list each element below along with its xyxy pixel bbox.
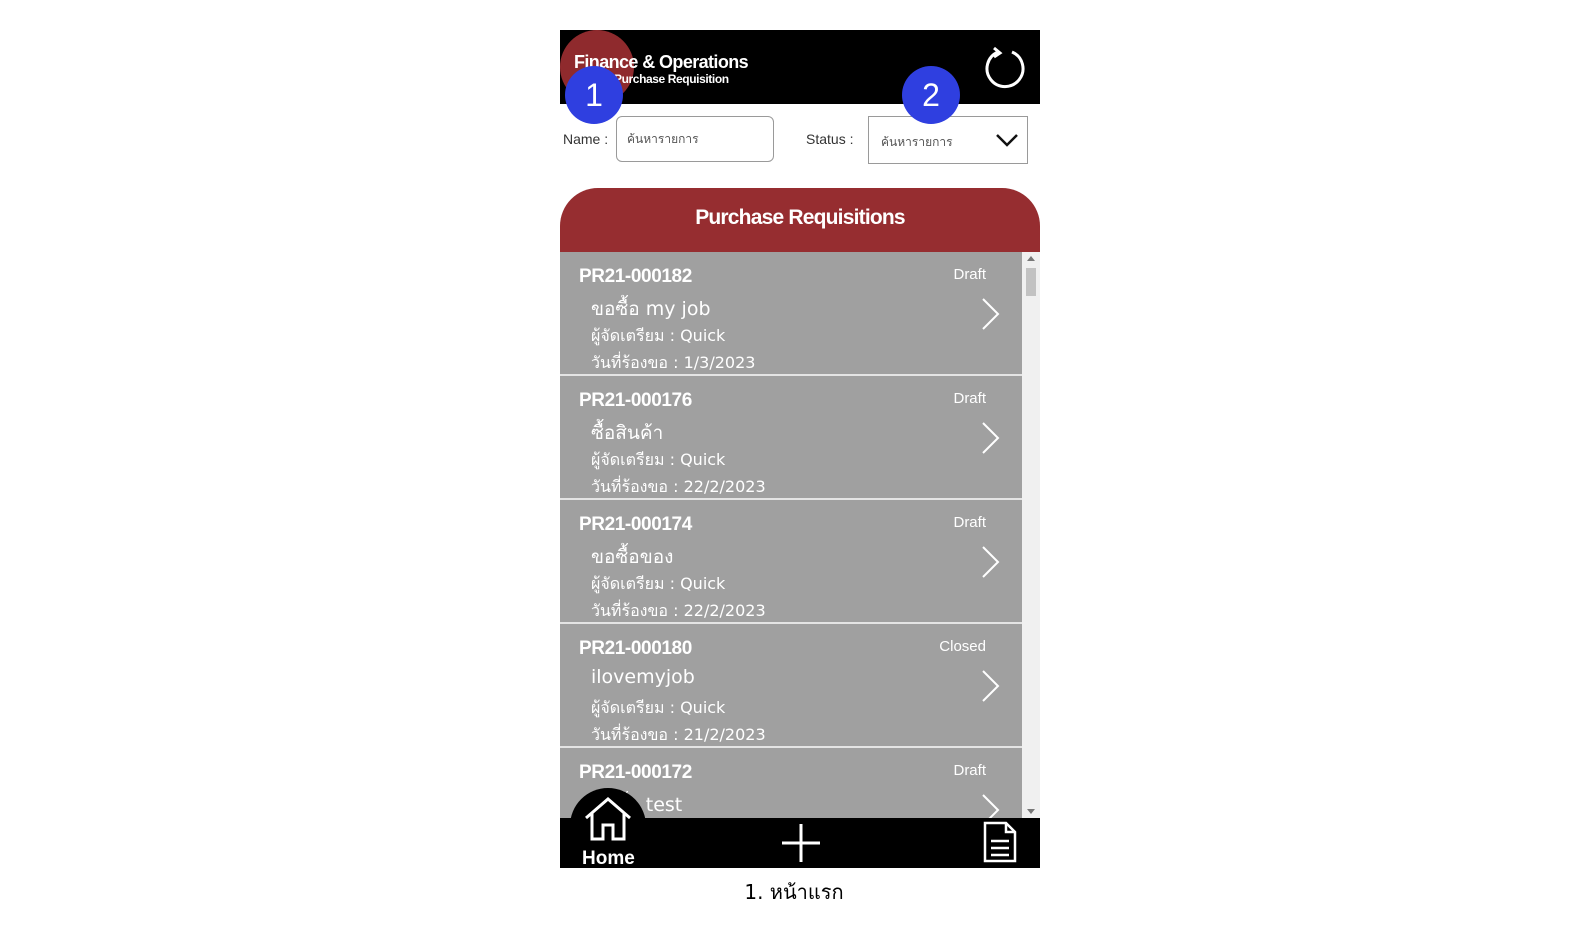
scroll-down-arrow-icon[interactable] <box>1027 809 1035 814</box>
pr-description: ilovemyjob <box>591 666 695 688</box>
name-label: Name : <box>563 131 609 147</box>
document-icon[interactable] <box>982 820 1018 864</box>
app-screen: Finance & Operations Purchase Requisitio… <box>560 30 1040 886</box>
list-item[interactable]: PR21-000176 Draft ซื้อสินค้า ผู้จัดเตรีย… <box>560 376 1022 500</box>
pr-preparer: ผู้จัดเตรียม : Quick <box>591 326 726 345</box>
chevron-right-icon[interactable] <box>980 668 1002 704</box>
chevron-right-icon[interactable] <box>980 296 1002 332</box>
scroll-up-arrow-icon[interactable] <box>1027 256 1035 261</box>
pr-request-date: วันที่ร้องขอ : 22/2/2023 <box>591 477 766 496</box>
pr-number: PR21-000174 <box>579 514 692 535</box>
chevron-right-icon[interactable] <box>980 792 1002 818</box>
pr-status: Draft <box>953 514 986 531</box>
pr-request-date: วันที่ร้องขอ : 22/2/2023 <box>591 601 766 620</box>
chevron-right-icon[interactable] <box>980 544 1002 580</box>
refresh-icon[interactable] <box>982 44 1028 90</box>
pr-request-date: วันที่ร้องขอ : 1/3/2023 <box>591 353 756 372</box>
pr-preparer: ผู้จัดเตรียม : Quick <box>591 698 726 717</box>
pr-description: ซื้อสินค้า <box>591 422 664 444</box>
list-title: Purchase Requisitions <box>695 206 905 229</box>
plus-icon[interactable] <box>780 822 822 864</box>
pr-number: PR21-000180 <box>579 638 692 659</box>
status-selected-value: ค้นหารายการ <box>881 135 953 149</box>
pr-preparer: ผู้จัดเตรียม : Quick <box>591 574 726 593</box>
app-subtitle: Purchase Requisition <box>614 72 729 86</box>
status-label: Status : <box>806 131 854 147</box>
pr-status: Draft <box>953 762 986 779</box>
chevron-right-icon[interactable] <box>980 420 1002 456</box>
list-item[interactable]: PR21-000174 Draft ขอซื้อของ ผู้จัดเตรียม… <box>560 500 1022 624</box>
list-scrollbar[interactable] <box>1022 252 1040 818</box>
pr-status: Draft <box>953 390 986 407</box>
pr-number: PR21-000172 <box>579 762 692 783</box>
status-dropdown[interactable]: ค้นหารายการ <box>868 116 1028 164</box>
pr-status: Draft <box>953 266 986 283</box>
pr-status: Closed <box>939 638 986 655</box>
pr-description: ขอซื้อ my job <box>591 298 711 320</box>
pr-request-date: วันที่ร้องขอ : 21/2/2023 <box>591 725 766 744</box>
pr-description: ขอซื้อของ <box>591 546 674 568</box>
chevron-down-icon <box>996 134 1018 147</box>
home-label[interactable]: Home <box>582 848 635 870</box>
pr-preparer: ผู้จัดเตรียม : Quick <box>591 450 726 469</box>
list-header: Purchase Requisitions <box>560 188 1040 252</box>
annotation-badge-2: 2 <box>902 66 960 124</box>
scrollbar-thumb[interactable] <box>1026 268 1036 296</box>
pr-number: PR21-000176 <box>579 390 692 411</box>
list-item[interactable]: PR21-000180 Closed ilovemyjob ผู้จัดเตรี… <box>560 624 1022 748</box>
app-header: Finance & Operations Purchase Requisitio… <box>560 30 1040 104</box>
pr-number: PR21-000182 <box>579 266 692 287</box>
requisition-list: PR21-000182 Draft ขอซื้อ my job ผู้จัดเต… <box>560 252 1022 818</box>
name-search-input[interactable] <box>616 116 774 162</box>
home-icon[interactable] <box>582 796 634 842</box>
list-item[interactable]: PR21-000182 Draft ขอซื้อ my job ผู้จัดเต… <box>560 252 1022 376</box>
annotation-badge-1: 1 <box>565 66 623 124</box>
figure-caption: 1. หน้าแรก <box>744 880 844 904</box>
